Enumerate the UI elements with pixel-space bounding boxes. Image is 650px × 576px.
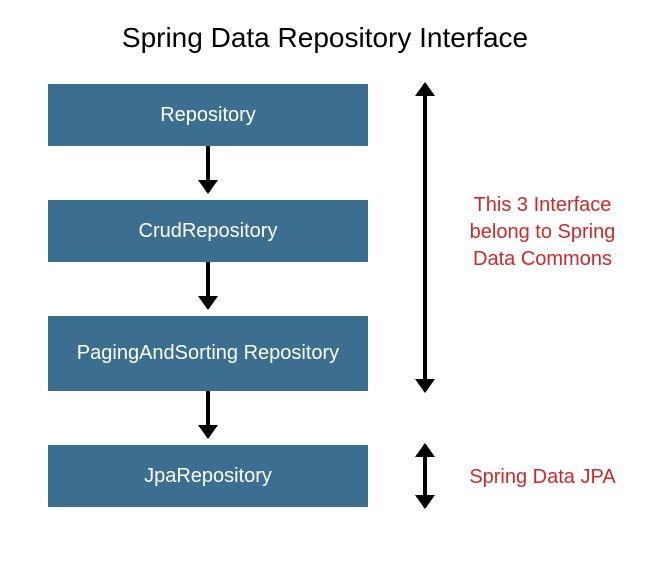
box-jparepository: JpaRepository: [48, 445, 368, 507]
arrow-repository-to-crud: [205, 146, 211, 192]
annotation-jpa: Spring Data JPA: [455, 464, 630, 491]
diagram-title: Spring Data Repository Interface: [0, 0, 650, 72]
annotation-commons: This 3 Interface belong to Spring Data C…: [455, 192, 630, 273]
arrow-crud-to-paging: [205, 262, 211, 308]
box-pagingandsorting: PagingAndSorting Repository: [48, 316, 368, 391]
hierarchy-diagram: Repository CrudRepository PagingAndSorti…: [0, 72, 650, 572]
bracket-jpa: [423, 445, 427, 507]
bracket-commons: [423, 84, 427, 391]
box-repository: Repository: [48, 84, 368, 146]
box-crudrepository: CrudRepository: [48, 200, 368, 262]
arrow-paging-to-jpa: [205, 391, 211, 437]
